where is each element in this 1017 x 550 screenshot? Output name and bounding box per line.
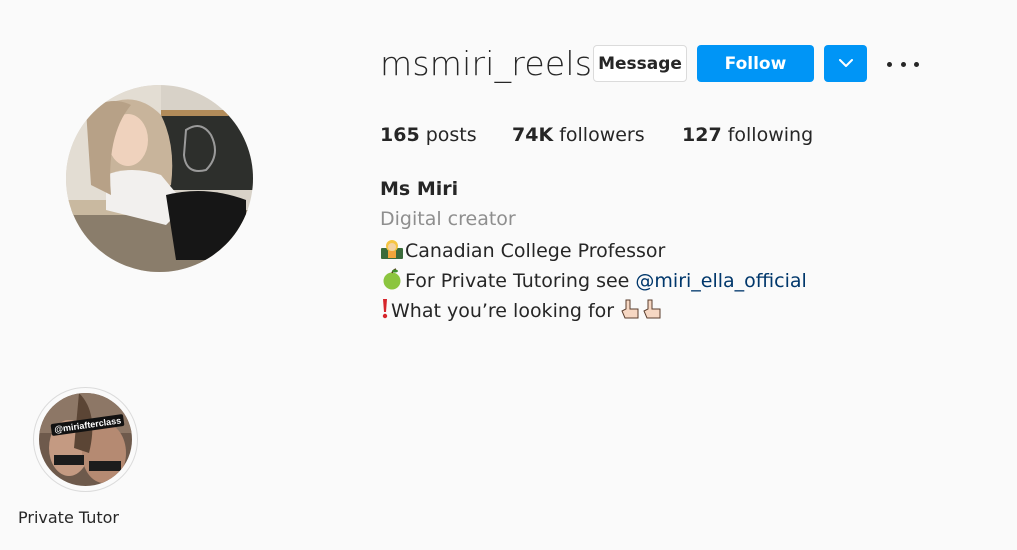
exclamation-emoji: [382, 299, 388, 319]
bio-line-3: What you’re looking for: [380, 298, 665, 322]
pointing-up-hands-emoji: [621, 299, 661, 319]
posts-count: 165: [380, 124, 420, 146]
message-button[interactable]: Message: [593, 45, 687, 82]
suggested-accounts-button[interactable]: [824, 45, 867, 82]
follow-button[interactable]: Follow: [697, 45, 814, 82]
highlight-cover: [39, 393, 132, 486]
following-label: following: [721, 124, 814, 146]
posts-stat: 165 posts: [380, 124, 477, 146]
more-options-icon[interactable]: [887, 52, 919, 76]
chevron-down-icon: [838, 59, 853, 67]
bio-line-2: For Private Tutoring see @miri_ella_offi…: [380, 268, 807, 292]
profile-page: msmiri_reels Message Follow 165 posts 74…: [0, 0, 1017, 550]
profile-category: Digital creator: [380, 208, 516, 230]
followers-stat[interactable]: 74K followers: [512, 124, 645, 146]
avatar-image: [66, 85, 253, 272]
green-apple-emoji: [383, 268, 401, 290]
bio-line-1-text: Canadian College Professor: [405, 240, 666, 262]
bio-line-2-text: For Private Tutoring see: [405, 270, 636, 292]
following-stat[interactable]: 127 following: [682, 124, 813, 146]
profile-username: msmiri_reels: [380, 44, 593, 83]
profile-full-name: Ms Miri: [380, 178, 459, 200]
highlight-label[interactable]: Private Tutor: [18, 508, 153, 527]
highlight-image: [39, 393, 132, 486]
story-highlight[interactable]: @miriafterclass: [33, 387, 138, 492]
profile-avatar[interactable]: [66, 85, 253, 272]
posts-label: posts: [419, 124, 477, 146]
following-count: 127: [682, 124, 722, 146]
bio-line-1: Canadian College Professor: [380, 238, 665, 262]
bio-line-3-text: What you’re looking for: [391, 300, 621, 322]
woman-teacher-emoji: [381, 240, 403, 259]
followers-count: 74K: [512, 124, 554, 146]
followers-label: followers: [553, 124, 645, 146]
bio-mention-link[interactable]: @miri_ella_official: [635, 270, 806, 292]
